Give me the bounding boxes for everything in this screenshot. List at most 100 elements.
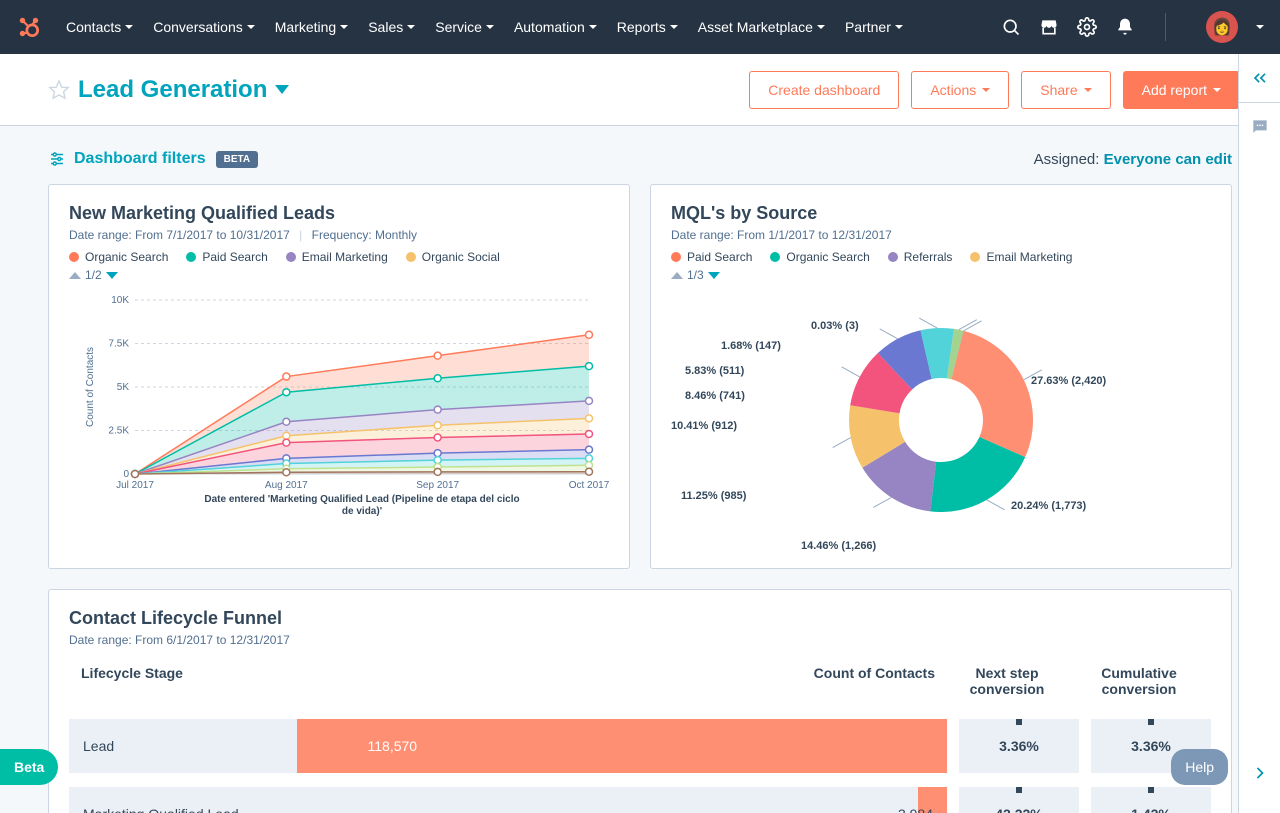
metric-next: 3.36% bbox=[959, 719, 1079, 773]
gear-icon[interactable] bbox=[1077, 17, 1097, 37]
share-button[interactable]: Share bbox=[1021, 71, 1110, 109]
page-title[interactable]: Lead Generation bbox=[78, 76, 289, 104]
svg-text:2.5K: 2.5K bbox=[108, 426, 129, 437]
legend-item[interactable]: Organic Social bbox=[406, 250, 500, 264]
content: Dashboard filters BETA Assigned: Everyon… bbox=[0, 126, 1280, 813]
legend-dot-icon bbox=[406, 252, 416, 262]
button-label: Share bbox=[1040, 82, 1077, 98]
nav-item[interactable]: Marketing bbox=[267, 11, 356, 43]
legend-label: Organic Search bbox=[85, 250, 168, 264]
legend-item[interactable]: Email Marketing bbox=[286, 250, 388, 264]
caret-down-icon bbox=[589, 25, 597, 29]
help-pill[interactable]: Help bbox=[1171, 749, 1228, 785]
filter-row: Dashboard filters BETA Assigned: Everyon… bbox=[48, 150, 1232, 168]
header-actions: Create dashboard Actions Share Add repor… bbox=[749, 71, 1240, 109]
add-report-button[interactable]: Add report bbox=[1123, 71, 1240, 109]
frequency: Frequency: Monthly bbox=[312, 228, 417, 242]
legend-item[interactable]: Paid Search bbox=[671, 250, 752, 264]
caret-down-icon bbox=[407, 25, 415, 29]
side-rail bbox=[1238, 54, 1280, 813]
legend-pager[interactable]: 1/2 bbox=[69, 268, 609, 282]
card-sub: Date range: From 6/1/2017 to 12/31/2017 bbox=[69, 633, 1211, 647]
top-nav: ContactsConversationsMarketingSalesServi… bbox=[0, 0, 1280, 54]
comments-icon[interactable] bbox=[1250, 117, 1270, 137]
pager-next-icon[interactable] bbox=[708, 272, 720, 279]
nav-item[interactable]: Reports bbox=[609, 11, 686, 43]
svg-text:Date entered 'Marketing Qualif: Date entered 'Marketing Qualified Lead (… bbox=[204, 494, 519, 505]
donut-slice-label: 27.63% (2,420) bbox=[1031, 375, 1106, 387]
donut-slice-label: 5.83% (511) bbox=[685, 365, 744, 377]
assigned-info: Assigned: Everyone can edit bbox=[1034, 151, 1232, 168]
card-title: Contact Lifecycle Funnel bbox=[69, 608, 1211, 629]
dashboard-filters-link[interactable]: Dashboard filters bbox=[74, 150, 206, 168]
legend-item[interactable]: Organic Search bbox=[69, 250, 168, 264]
card-sub: Date range: From 7/1/2017 to 10/31/2017 … bbox=[69, 228, 609, 242]
filter-icon[interactable] bbox=[48, 150, 66, 168]
legend-label: Paid Search bbox=[202, 250, 267, 264]
create-dashboard-button[interactable]: Create dashboard bbox=[749, 71, 899, 109]
donut-slice-label: 0.03% (3) bbox=[811, 320, 859, 332]
svg-text:Oct 2017: Oct 2017 bbox=[569, 480, 609, 491]
nav-item[interactable]: Asset Marketplace bbox=[690, 11, 833, 43]
nav-item[interactable]: Automation bbox=[506, 11, 605, 43]
nav-items: ContactsConversationsMarketingSalesServi… bbox=[58, 11, 1001, 43]
collapse-icon[interactable] bbox=[1250, 68, 1270, 88]
nav-item[interactable]: Partner bbox=[837, 11, 911, 43]
line-chart-svg: 02.5K5K7.5K10KJul 2017Aug 2017Sep 2017Oc… bbox=[69, 290, 609, 520]
search-icon[interactable] bbox=[1001, 17, 1021, 37]
actions-button[interactable]: Actions bbox=[911, 71, 1009, 109]
svg-text:7.5K: 7.5K bbox=[108, 339, 129, 350]
svg-text:Aug 2017: Aug 2017 bbox=[265, 480, 308, 491]
legend-dot-icon bbox=[186, 252, 196, 262]
svg-text:0: 0 bbox=[123, 469, 129, 480]
expand-icon[interactable] bbox=[1250, 763, 1270, 783]
nav-item[interactable]: Sales bbox=[360, 11, 423, 43]
legend-item[interactable]: Email Marketing bbox=[970, 250, 1072, 264]
caret-down-icon bbox=[1084, 88, 1092, 92]
donut-slice-label: 1.68% (147) bbox=[721, 340, 781, 352]
caret-down-icon bbox=[340, 25, 348, 29]
funnel-row: Lead 118,570 3.36% 3.36% bbox=[69, 719, 1211, 773]
caret-down-icon bbox=[486, 25, 494, 29]
caret-down-icon bbox=[895, 25, 903, 29]
svg-text:de vida)': de vida)' bbox=[342, 506, 382, 517]
button-label: Actions bbox=[930, 82, 976, 98]
donut-slice-label: 8.46% (741) bbox=[685, 390, 745, 402]
legend-dot-icon bbox=[69, 252, 79, 262]
legend-dot-icon bbox=[671, 252, 681, 262]
nav-item[interactable]: Contacts bbox=[58, 11, 141, 43]
star-icon[interactable] bbox=[48, 79, 70, 101]
legend-item[interactable]: Referrals bbox=[888, 250, 953, 264]
avatar[interactable]: 👩 bbox=[1206, 11, 1238, 43]
legend-dot-icon bbox=[888, 252, 898, 262]
legend-item[interactable]: Paid Search bbox=[186, 250, 267, 264]
donut-slice-label: 14.46% (1,266) bbox=[801, 540, 876, 552]
funnel-stage-label: Marketing Qualified Lead bbox=[69, 806, 239, 813]
legend-label: Organic Search bbox=[786, 250, 869, 264]
nav-item[interactable]: Conversations bbox=[145, 11, 263, 43]
svg-text:Count of Contacts: Count of Contacts bbox=[85, 347, 96, 427]
legend-dot-icon bbox=[770, 252, 780, 262]
metric-next: 42.22% bbox=[959, 787, 1079, 813]
pager-text: 1/2 bbox=[85, 268, 102, 282]
pager-prev-icon[interactable] bbox=[69, 272, 81, 279]
caret-down-icon bbox=[982, 88, 990, 92]
bell-icon[interactable] bbox=[1115, 17, 1135, 37]
nav-item[interactable]: Service bbox=[427, 11, 502, 43]
pager-next-icon[interactable] bbox=[106, 272, 118, 279]
marketplace-icon[interactable] bbox=[1039, 17, 1059, 37]
assigned-link[interactable]: Everyone can edit bbox=[1104, 151, 1232, 168]
legend-pager[interactable]: 1/3 bbox=[671, 268, 1211, 282]
beta-pill[interactable]: Beta bbox=[0, 749, 58, 785]
legend-label: Paid Search bbox=[687, 250, 752, 264]
svg-text:Sep 2017: Sep 2017 bbox=[416, 480, 459, 491]
card-mql-source: MQL's by Source Date range: From 1/1/201… bbox=[650, 184, 1232, 569]
pager-prev-icon[interactable] bbox=[671, 272, 683, 279]
legend-dot-icon bbox=[286, 252, 296, 262]
legend-item[interactable]: Organic Search bbox=[770, 250, 869, 264]
caret-down-icon bbox=[670, 25, 678, 29]
title-dropdown-icon bbox=[275, 85, 289, 94]
svg-text:10K: 10K bbox=[111, 295, 129, 306]
account-caret-icon[interactable] bbox=[1256, 25, 1264, 29]
caret-down-icon bbox=[247, 25, 255, 29]
